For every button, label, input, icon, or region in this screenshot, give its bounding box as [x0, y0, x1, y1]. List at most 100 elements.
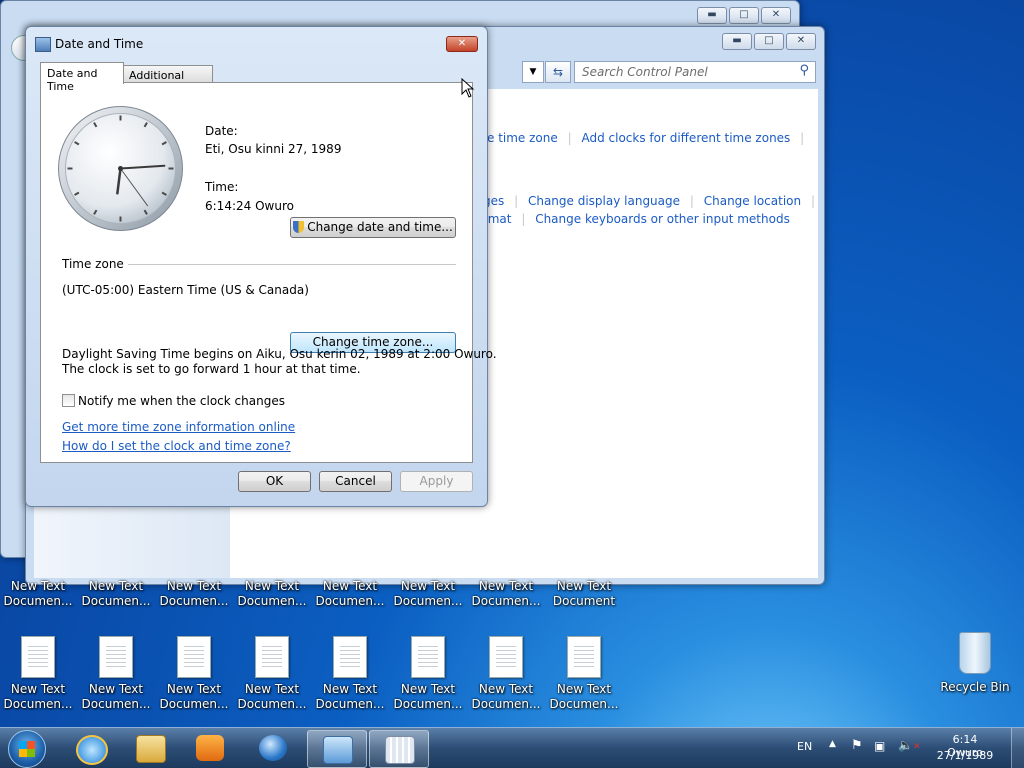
minimize-button[interactable]: ▬: [697, 7, 727, 24]
analog-clock: [58, 106, 183, 231]
desktop-icon-label-line2: Documen...: [3, 594, 73, 608]
show-hidden-icons-button[interactable]: ▲: [829, 739, 836, 749]
globe-icon: [259, 735, 287, 761]
change-date-time-button[interactable]: Change date and time...: [290, 217, 456, 238]
desktop-icon-label-line1: New Text: [244, 579, 300, 593]
desktop-text-document[interactable]: New Text Documen...: [468, 579, 544, 609]
text-document-icon: [99, 636, 133, 678]
desktop-icon-label-line2: Documen...: [3, 697, 73, 711]
tab-additional-clocks[interactable]: Additional Clocks: [123, 65, 213, 95]
desktop-icon-label-line1: New Text: [10, 682, 66, 696]
taskbar-file-explorer[interactable]: [121, 730, 179, 766]
maximize-button[interactable]: □: [729, 7, 759, 24]
desktop-text-document[interactable]: New Text Documen...: [234, 579, 310, 609]
link-change-keyboards[interactable]: Change keyboards or other input methods: [535, 212, 790, 226]
desktop-icon-label-line2: Documen...: [471, 594, 541, 608]
desktop-text-document[interactable]: New Text Documen...: [468, 636, 544, 712]
minimize-button[interactable]: ▬: [722, 33, 752, 50]
dialog-close-button[interactable]: ✕: [446, 36, 478, 52]
desktop-icon-label-line1: New Text: [322, 579, 378, 593]
windows-logo-icon: [19, 741, 35, 757]
desktop-icon-label-line2: Document: [552, 594, 616, 608]
cancel-button[interactable]: Cancel: [319, 471, 392, 492]
text-document-icon: [177, 636, 211, 678]
taskbar-network[interactable]: [244, 730, 302, 766]
close-button[interactable]: ✕: [761, 7, 791, 24]
mouse-cursor: [461, 78, 475, 98]
taskbar-internet-explorer[interactable]: [61, 730, 119, 766]
desktop-text-document[interactable]: New Text Documen...: [156, 579, 232, 609]
link-add-clocks[interactable]: Add clocks for different time zones: [581, 131, 790, 145]
search-icon: ⚲: [799, 63, 809, 78]
desktop-text-document[interactable]: New Text Documen...: [312, 579, 388, 609]
cancel-label: Cancel: [335, 474, 376, 488]
action-center-flag-icon[interactable]: ⚑: [851, 738, 863, 753]
clock-date[interactable]: 27/1/1989: [935, 749, 995, 762]
apply-button[interactable]: Apply: [400, 471, 473, 492]
background-window-caption-buttons: ▬ □ ✕: [697, 7, 791, 24]
desktop-text-document[interactable]: New Text Documen...: [78, 636, 154, 712]
desktop-text-document[interactable]: New Text Documen...: [234, 636, 310, 712]
timezone-info-link[interactable]: Get more time zone information online: [62, 420, 295, 434]
desktop-icon-label-line1: New Text: [556, 579, 612, 593]
desktop-icon-label-line2: Documen...: [237, 697, 307, 711]
region-links-row2: rmat | Change keyboards or other input m…: [483, 212, 790, 226]
desktop-text-document[interactable]: New Text Documen...: [312, 636, 388, 712]
taskbar-media-player[interactable]: [181, 730, 239, 766]
taskbar-date-time[interactable]: [369, 730, 429, 768]
desktop-text-document[interactable]: New Text Documen...: [390, 579, 466, 609]
link-change-location[interactable]: Change location: [704, 194, 801, 208]
link-change-display-language[interactable]: Change display language: [528, 194, 680, 208]
recycle-bin[interactable]: Recycle Bin: [937, 632, 1013, 695]
desktop-text-document[interactable]: New Text Documen...: [390, 636, 466, 712]
clock-region-links-row1: e time zone | Add clocks for different t…: [487, 131, 805, 145]
desktop-icon-label-line2: Documen...: [471, 697, 541, 711]
text-document-icon: [255, 636, 289, 678]
desktop-icon-label-line1: New Text: [400, 579, 456, 593]
start-button[interactable]: [8, 730, 46, 768]
desktop-icon-label-line2: Documen...: [81, 697, 151, 711]
desktop-text-document[interactable]: New Text Documen...: [0, 636, 76, 712]
desktop-icon-label-line1: New Text: [88, 682, 144, 696]
calendar-clock-icon: [385, 736, 415, 764]
dialog-title: Date and Time: [55, 37, 144, 51]
dst-info-line1: Daylight Saving Time begins on Aiku, Osu…: [62, 347, 497, 361]
show-desktop-button[interactable]: [1011, 728, 1024, 768]
desktop-icon-label-line2: Documen...: [159, 594, 229, 608]
search-input[interactable]: Search Control Panel: [582, 65, 708, 79]
tab-date-and-time[interactable]: Date and Time: [40, 62, 124, 93]
desktop-icon-label-line1: New Text: [322, 682, 378, 696]
how-set-clock-link[interactable]: How do I set the clock and time zone?: [62, 439, 291, 453]
desktop-icon-label-line1: New Text: [478, 682, 534, 696]
desktop-text-document[interactable]: New Text Documen...: [78, 579, 154, 609]
text-document-icon: [411, 636, 445, 678]
maximize-button[interactable]: □: [754, 33, 784, 50]
network-icon[interactable]: ▣: [874, 739, 885, 753]
tab-page: Date: Eti, Osu kinni 27, 1989 Time: 6:14…: [40, 82, 497, 463]
refresh-button[interactable]: ⇆: [545, 61, 571, 83]
date-value: Eti, Osu kinni 27, 1989: [205, 142, 342, 156]
taskbar: EN ▲ ⚑ ▣ 🔈✕ 6:14 Owuro 27/1/1989: [0, 727, 1024, 768]
ok-button[interactable]: OK: [238, 471, 311, 492]
desktop-icon-label-line2: Documen...: [81, 594, 151, 608]
time-value: 6:14:24 Owuro: [205, 199, 294, 213]
taskbar-control-panel[interactable]: [307, 730, 367, 768]
desktop-icon-label-line2: Documen...: [393, 594, 463, 608]
close-button[interactable]: ✕: [786, 33, 816, 50]
desktop-text-document[interactable]: New Text Documen...: [0, 579, 76, 609]
folder-icon: [136, 735, 166, 763]
dialog-icon: [35, 37, 51, 52]
recycle-bin-icon: [959, 632, 991, 674]
desktop-text-document[interactable]: New Text Document: [546, 579, 622, 609]
desktop-icon-label-line2: Documen...: [315, 697, 385, 711]
notify-checkbox[interactable]: [62, 394, 75, 407]
notify-label[interactable]: Notify me when the clock changes: [78, 394, 285, 408]
address-dropdown[interactable]: ▼: [522, 61, 544, 83]
language-indicator[interactable]: EN: [797, 740, 812, 753]
search-box[interactable]: Search Control Panel ⚲: [574, 61, 816, 83]
desktop-text-document[interactable]: New Text Documen...: [156, 636, 232, 712]
volume-muted-icon[interactable]: 🔈✕: [898, 738, 921, 752]
desktop-text-document[interactable]: New Text Documen...: [546, 636, 622, 712]
uac-shield-icon: [293, 221, 305, 233]
link-time-zone[interactable]: e time zone: [487, 131, 558, 145]
